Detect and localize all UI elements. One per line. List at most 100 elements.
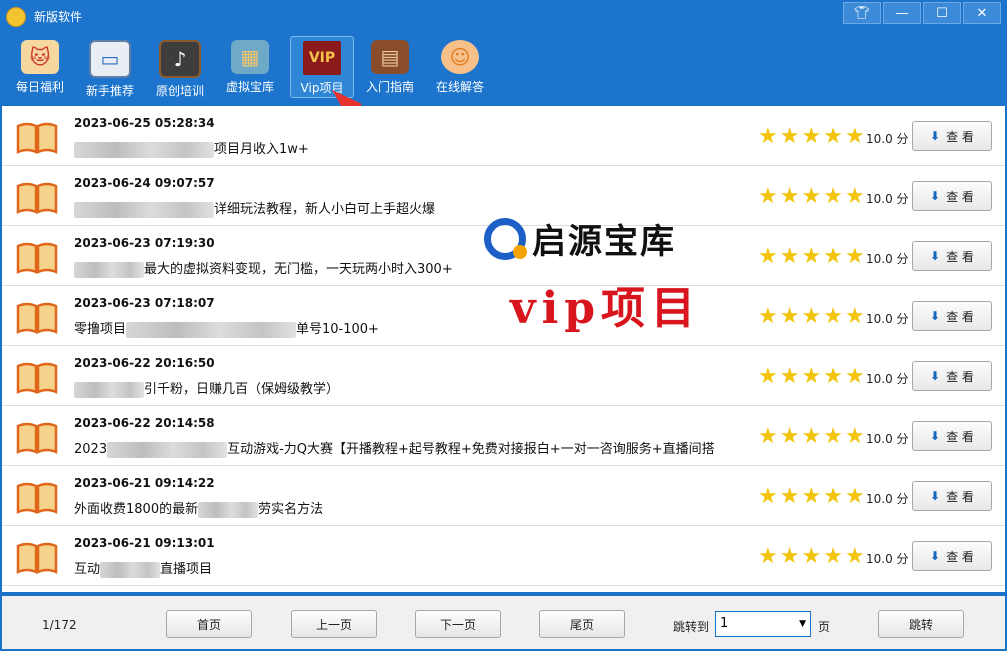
star-icon: ★ <box>779 184 800 209</box>
first-page-button[interactable]: 首页 <box>166 610 252 638</box>
star-icon: ★ <box>779 124 800 149</box>
download-arrow-icon: ⬇ <box>930 189 941 203</box>
rating-stars: ★ ★ ★ ★ ★ <box>758 124 865 150</box>
download-arrow-icon: ⬇ <box>930 489 941 503</box>
star-icon: ★ <box>801 484 822 509</box>
page-select[interactable]: 1 ▼ <box>715 611 811 637</box>
book-icon <box>16 242 58 274</box>
title-prefix: 2023 <box>74 442 108 457</box>
view-label: 查 看 <box>946 549 974 564</box>
item-date: 2023-06-23 07:18:07 <box>74 296 215 310</box>
page-unit-label: 页 <box>818 620 831 634</box>
next-page-button[interactable]: 下一页 <box>415 610 501 638</box>
title-suffix: 劳实名方法 <box>258 502 324 517</box>
book-icon <box>16 482 58 514</box>
book-icon <box>16 302 58 334</box>
star-icon: ★ <box>844 424 865 449</box>
view-label: 查 看 <box>946 369 974 384</box>
star-icon: ★ <box>823 364 843 389</box>
item-title[interactable]: 外面收费1800的最新 劳实名方法 <box>74 498 754 518</box>
item-score: 10.0 分 <box>866 372 909 386</box>
view-label: 查 看 <box>946 429 974 444</box>
item-date: 2023-06-22 20:16:50 <box>74 356 215 370</box>
item-score: 10.0 分 <box>866 132 909 146</box>
star-icon: ★ <box>823 244 843 269</box>
book-icon <box>16 362 58 394</box>
vip-watermark: vip项目 <box>510 283 702 334</box>
item-title[interactable]: 引千粉，日赚几百（保姆级教学） <box>74 378 754 398</box>
item-date: 2023-06-24 09:07:57 <box>74 176 215 190</box>
title-suffix: 项目月收入1w+ <box>214 142 309 157</box>
star-icon: ★ <box>844 544 865 569</box>
star-icon: ★ <box>779 544 800 569</box>
download-arrow-icon: ⬇ <box>930 129 941 143</box>
item-title[interactable]: 2023 互动游戏-力Q大赛【开播教程+起号教程+免费对接报白+一对一咨询服务+直… <box>74 438 754 458</box>
pagination-bar: 1/172 首页 上一页 下一页 尾页 跳转到 1 ▼ 页 跳转 <box>2 596 1005 649</box>
star-icon: ★ <box>823 544 843 569</box>
view-button[interactable]: ⬇ 查 看 <box>912 361 992 391</box>
item-score: 10.0 分 <box>866 192 909 206</box>
title-suffix: 单号10-100+ <box>296 322 379 337</box>
item-date: 2023-06-23 07:19:30 <box>74 236 215 250</box>
star-icon: ★ <box>823 484 843 509</box>
title-suffix: 直播项目 <box>160 562 213 577</box>
view-button[interactable]: ⬇ 查 看 <box>912 121 992 151</box>
item-score: 10.0 分 <box>866 492 909 506</box>
brand-text: 启源宝库 <box>532 222 676 262</box>
list-item: 2023-06-21 09:13:01 互动 直播项目 ★ ★ ★ ★ ★ 10.0 分 … <box>2 526 1005 586</box>
rating-stars: ★ ★ ★ ★ ★ <box>758 364 865 390</box>
view-button[interactable]: ⬇ 查 看 <box>912 541 992 571</box>
item-date: 2023-06-25 05:28:34 <box>74 116 215 130</box>
item-score: 10.0 分 <box>866 312 909 326</box>
rating-stars: ★ ★ ★ ★ ★ <box>758 244 865 270</box>
rating-stars: ★ ★ ★ ★ ★ <box>758 184 865 210</box>
item-score: 10.0 分 <box>866 252 909 266</box>
page-select-value: 1 <box>720 616 729 631</box>
star-icon: ★ <box>844 484 865 509</box>
book-icon <box>16 422 58 454</box>
item-title[interactable]: 互动 直播项目 <box>74 558 754 578</box>
star-icon: ★ <box>801 364 822 389</box>
redacted-text <box>107 441 228 458</box>
star-icon: ★ <box>823 304 843 329</box>
list-item: 2023-06-21 09:14:22 外面收费1800的最新 劳实名方法 ★ ★ ★… <box>2 466 1005 526</box>
download-arrow-icon: ⬇ <box>930 549 941 563</box>
redacted-text <box>100 561 161 578</box>
star-icon: ★ <box>844 244 865 269</box>
redacted-text <box>74 201 214 218</box>
view-label: 查 看 <box>946 129 974 144</box>
title-suffix: 互动游戏-力Q大赛【开播教程+起号教程+免费对接报白+一对一咨询服务+直播间搭 <box>227 442 715 457</box>
view-button[interactable]: ⬇ 查 看 <box>912 481 992 511</box>
item-title[interactable]: 项目月收入1w+ <box>74 138 754 158</box>
star-icon: ★ <box>758 244 778 269</box>
title-prefix: 互动 <box>74 562 101 577</box>
star-icon: ★ <box>844 184 865 209</box>
star-icon: ★ <box>758 424 778 449</box>
star-icon: ★ <box>758 364 778 389</box>
list-item: 2023-06-23 07:18:07 零撸项目 单号10-100+ ★ ★ ★ ★ ★ … <box>2 286 1005 346</box>
redacted-text <box>126 321 297 338</box>
title-suffix: 引千粉，日赚几百（保姆级教学） <box>144 382 340 397</box>
project-list: 2023-06-25 05:28:34 项目月收入1w+ ★ ★ ★ ★ ★ 10.0 … <box>2 106 1005 592</box>
rating-stars: ★ ★ ★ ★ ★ <box>758 544 865 570</box>
jump-button[interactable]: 跳转 <box>878 610 964 638</box>
star-icon: ★ <box>779 364 800 389</box>
prev-page-button[interactable]: 上一页 <box>291 610 377 638</box>
item-date: 2023-06-21 09:14:22 <box>74 476 215 490</box>
view-button[interactable]: ⬇ 查 看 <box>912 241 992 271</box>
view-button[interactable]: ⬇ 查 看 <box>912 301 992 331</box>
view-button[interactable]: ⬇ 查 看 <box>912 181 992 211</box>
star-icon: ★ <box>801 124 822 149</box>
star-icon: ★ <box>844 364 865 389</box>
star-icon: ★ <box>758 124 778 149</box>
star-icon: ★ <box>844 124 865 149</box>
redacted-text <box>198 501 259 518</box>
title-prefix: 外面收费1800的最新 <box>74 502 199 517</box>
star-icon: ★ <box>801 544 822 569</box>
last-page-button[interactable]: 尾页 <box>539 610 625 638</box>
star-icon: ★ <box>823 124 843 149</box>
view-button[interactable]: ⬇ 查 看 <box>912 421 992 451</box>
star-icon: ★ <box>779 304 800 329</box>
rating-stars: ★ ★ ★ ★ ★ <box>758 304 865 330</box>
item-score: 10.0 分 <box>866 552 909 566</box>
